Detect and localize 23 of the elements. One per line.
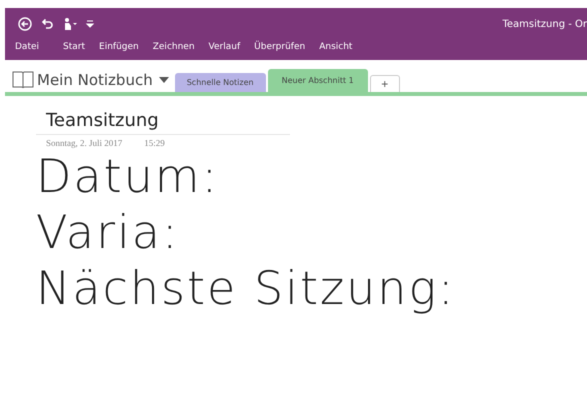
menu-tab[interactable]: Datei (8, 39, 46, 55)
menu-tab[interactable]: Ansicht (312, 39, 360, 55)
notebook-selector[interactable]: Mein Notizbuch (34, 71, 175, 92)
section-tab[interactable]: Schnelle Notizen (174, 73, 266, 92)
undo-icon[interactable] (40, 17, 54, 31)
customize-icon[interactable] (86, 19, 94, 29)
dropdown-icon (158, 77, 169, 83)
window-title: Teamsitzung - Or (502, 18, 587, 30)
menu-tab[interactable]: Verlauf (202, 39, 248, 55)
handwritten-note: Datum: (36, 148, 220, 204)
menu-tab[interactable]: Überprüfen (247, 39, 312, 55)
section-tab[interactable]: Neuer Abschnitt 1 (268, 69, 368, 92)
handwritten-note: Nächste Sitzung: (36, 260, 457, 316)
page-title[interactable]: Teamsitzung (36, 110, 290, 135)
menu-tab[interactable]: Einfügen (92, 39, 146, 55)
add-section-tab[interactable]: + (370, 75, 400, 92)
handwritten-note: Varia: (36, 204, 180, 260)
menu-tab[interactable]: Start (56, 39, 92, 55)
page-time: 15:29 (144, 138, 165, 148)
back-icon[interactable] (18, 17, 32, 31)
page-date: Sonntag, 2. Juli 2017 (46, 138, 122, 148)
notebook-icon (12, 70, 34, 88)
menu-tab[interactable]: Zeichnen (146, 39, 202, 55)
